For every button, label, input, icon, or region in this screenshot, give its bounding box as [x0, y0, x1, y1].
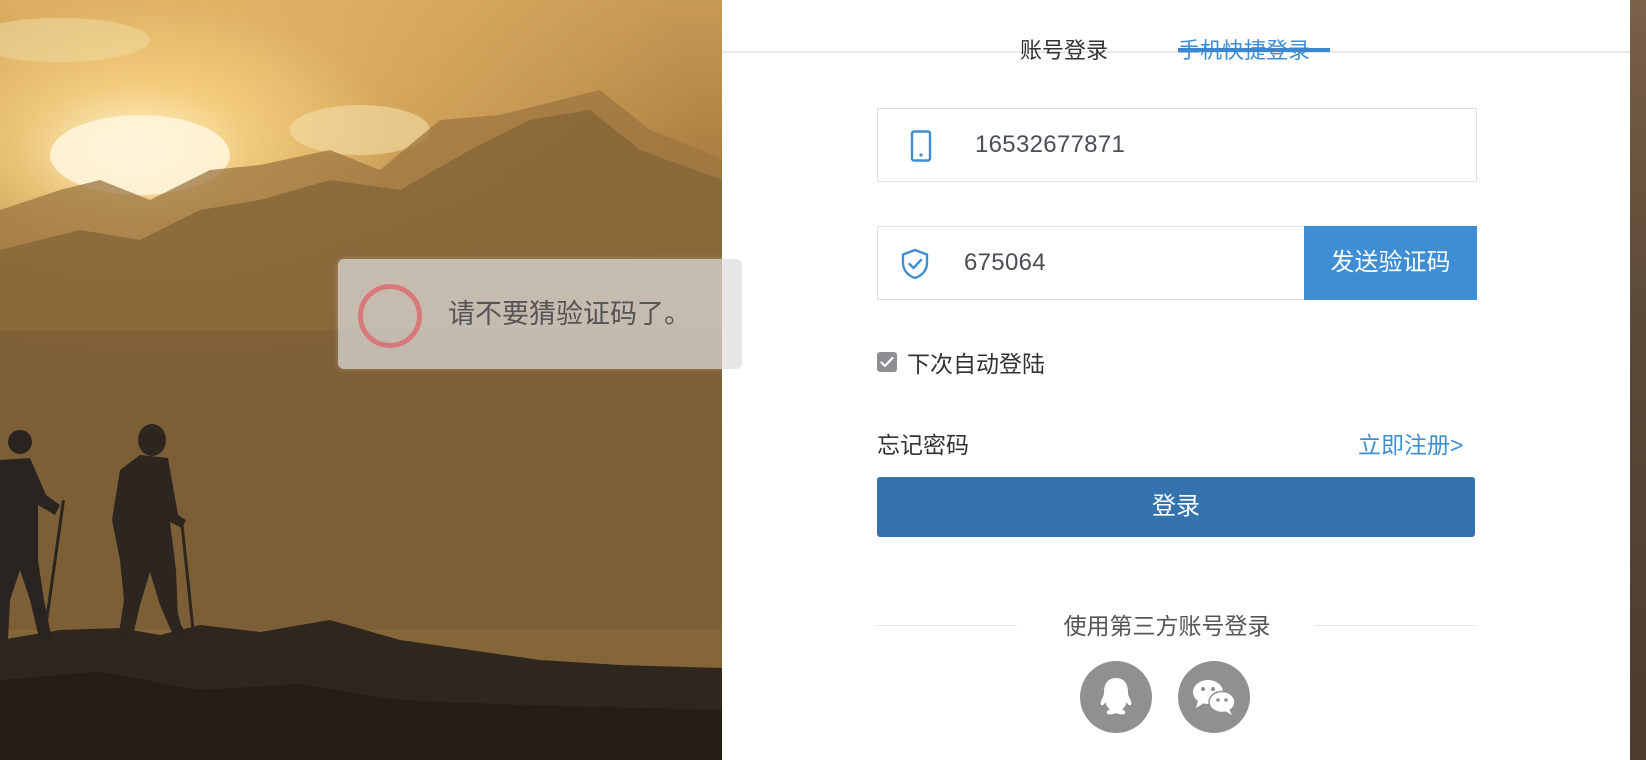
- background-edge: [1630, 0, 1646, 760]
- checkmark-icon: [880, 356, 894, 368]
- send-code-button[interactable]: 发送验证码: [1304, 226, 1477, 300]
- verification-code-value[interactable]: 675064: [964, 227, 1046, 299]
- verification-code-field[interactable]: 675064 发送验证码: [877, 226, 1477, 300]
- toast-status-icon: [358, 284, 422, 348]
- qq-login-button[interactable]: [1080, 661, 1152, 733]
- qq-icon: [1100, 678, 1132, 715]
- divider-line-left: [877, 625, 1017, 626]
- error-toast: 请不要猜验证码了。: [338, 259, 742, 369]
- forgot-password-link[interactable]: 忘记密码: [877, 426, 969, 460]
- hikers-sunset-illustration: [0, 18, 722, 760]
- auto-login-checkbox[interactable]: [877, 352, 897, 372]
- register-link[interactable]: 立即注册>: [1358, 426, 1463, 460]
- auto-login-option[interactable]: 下次自动登陆: [877, 348, 1045, 377]
- phone-number-field[interactable]: 16532677871: [877, 108, 1477, 182]
- divider-line-right: [1315, 625, 1475, 626]
- third-party-label: 使用第三方账号登录: [1063, 613, 1271, 639]
- toast-message: 请不要猜验证码了。: [448, 299, 691, 329]
- login-panel: 账号登录 手机快捷登录 16532677871 675064 发送验证码: [722, 0, 1630, 760]
- shield-check-icon: [898, 247, 932, 281]
- background-photo: [0, 0, 722, 760]
- phone-number-value[interactable]: 16532677871: [975, 109, 1125, 181]
- tabs-divider: 账号登录 手机快捷登录: [722, 38, 1630, 63]
- wechat-login-button[interactable]: [1178, 661, 1250, 733]
- mobile-phone-icon: [904, 129, 938, 163]
- wechat-icon: [1193, 680, 1236, 715]
- active-tab-indicator: [1178, 48, 1330, 52]
- login-button[interactable]: 登录: [877, 477, 1475, 537]
- third-party-divider: 使用第三方账号登录: [877, 612, 1475, 640]
- tab-account-login[interactable]: 账号登录: [1020, 37, 1108, 65]
- auto-login-label: 下次自动登陆: [907, 351, 1045, 377]
